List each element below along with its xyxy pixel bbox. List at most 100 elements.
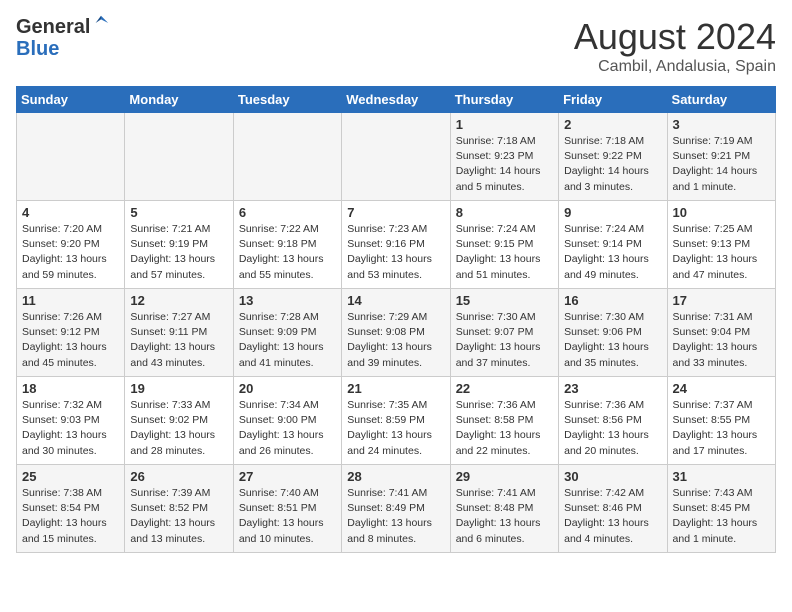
day-number: 5 <box>130 205 227 220</box>
day-number: 26 <box>130 469 227 484</box>
day-number: 9 <box>564 205 661 220</box>
day-info: Sunrise: 7:24 AM Sunset: 9:15 PM Dayligh… <box>456 222 553 283</box>
day-info: Sunrise: 7:38 AM Sunset: 8:54 PM Dayligh… <box>22 486 119 547</box>
day-number: 21 <box>347 381 444 396</box>
calendar-cell: 10 Sunrise: 7:25 AM Sunset: 9:13 PM Dayli… <box>667 201 775 289</box>
calendar-cell: 29 Sunrise: 7:41 AM Sunset: 8:48 PM Dayli… <box>450 465 558 553</box>
calendar-week-3: 11Sunrise: 7:26 AM Sunset: 9:12 PM Dayli… <box>17 289 776 377</box>
day-number: 19 <box>130 381 227 396</box>
calendar-cell: 12 Sunrise: 7:27 AM Sunset: 9:11 PM Dayli… <box>125 289 233 377</box>
calendar-cell: 7 Sunrise: 7:23 AM Sunset: 9:16 PM Daylig… <box>342 201 450 289</box>
day-number: 13 <box>239 293 336 308</box>
day-info: Sunrise: 7:29 AM Sunset: 9:08 PM Dayligh… <box>347 310 444 371</box>
calendar-cell: 11Sunrise: 7:26 AM Sunset: 9:12 PM Dayli… <box>17 289 125 377</box>
day-info: Sunrise: 7:23 AM Sunset: 9:16 PM Dayligh… <box>347 222 444 283</box>
day-info: Sunrise: 7:28 AM Sunset: 9:09 PM Dayligh… <box>239 310 336 371</box>
calendar-cell: 2 Sunrise: 7:18 AM Sunset: 9:22 PM Daylig… <box>559 113 667 201</box>
calendar-cell <box>342 113 450 201</box>
day-number: 17 <box>673 293 770 308</box>
day-info: Sunrise: 7:33 AM Sunset: 9:02 PM Dayligh… <box>130 398 227 459</box>
day-info: Sunrise: 7:30 AM Sunset: 9:07 PM Dayligh… <box>456 310 553 371</box>
calendar-cell: 6Sunrise: 7:22 AM Sunset: 9:18 PM Daylig… <box>233 201 341 289</box>
day-number: 18 <box>22 381 119 396</box>
day-info: Sunrise: 7:25 AM Sunset: 9:13 PM Dayligh… <box>673 222 770 283</box>
day-info: Sunrise: 7:19 AM Sunset: 9:21 PM Dayligh… <box>673 134 770 195</box>
day-number: 7 <box>347 205 444 220</box>
calendar-cell: 21 Sunrise: 7:35 AM Sunset: 8:59 PM Dayli… <box>342 377 450 465</box>
calendar-cell: 4Sunrise: 7:20 AM Sunset: 9:20 PM Daylig… <box>17 201 125 289</box>
day-info: Sunrise: 7:34 AM Sunset: 9:00 PM Dayligh… <box>239 398 336 459</box>
day-info: Sunrise: 7:32 AM Sunset: 9:03 PM Dayligh… <box>22 398 119 459</box>
calendar-cell: 31Sunrise: 7:43 AM Sunset: 8:45 PM Dayli… <box>667 465 775 553</box>
day-number: 3 <box>673 117 770 132</box>
calendar-cell: 8Sunrise: 7:24 AM Sunset: 9:15 PM Daylig… <box>450 201 558 289</box>
calendar-cell: 24 Sunrise: 7:37 AM Sunset: 8:55 PM Dayli… <box>667 377 775 465</box>
calendar-cell <box>125 113 233 201</box>
day-number: 12 <box>130 293 227 308</box>
weekday-header-sunday: Sunday <box>17 87 125 113</box>
calendar-week-5: 25 Sunrise: 7:38 AM Sunset: 8:54 PM Dayli… <box>17 465 776 553</box>
calendar-cell: 23Sunrise: 7:36 AM Sunset: 8:56 PM Dayli… <box>559 377 667 465</box>
weekday-header-friday: Friday <box>559 87 667 113</box>
calendar-cell: 13 Sunrise: 7:28 AM Sunset: 9:09 PM Dayli… <box>233 289 341 377</box>
calendar-cell: 5 Sunrise: 7:21 AM Sunset: 9:19 PM Daylig… <box>125 201 233 289</box>
calendar-cell: 20Sunrise: 7:34 AM Sunset: 9:00 PM Dayli… <box>233 377 341 465</box>
day-info: Sunrise: 7:41 AM Sunset: 8:48 PM Dayligh… <box>456 486 553 547</box>
weekday-header-wednesday: Wednesday <box>342 87 450 113</box>
day-info: Sunrise: 7:41 AM Sunset: 8:49 PM Dayligh… <box>347 486 444 547</box>
calendar-week-2: 4Sunrise: 7:20 AM Sunset: 9:20 PM Daylig… <box>17 201 776 289</box>
day-info: Sunrise: 7:35 AM Sunset: 8:59 PM Dayligh… <box>347 398 444 459</box>
calendar-table: SundayMondayTuesdayWednesdayThursdayFrid… <box>16 86 776 553</box>
title-block: August 2024 Cambil, Andalusia, Spain <box>574 16 776 76</box>
calendar-cell: 22 Sunrise: 7:36 AM Sunset: 8:58 PM Dayli… <box>450 377 558 465</box>
calendar-cell: 9Sunrise: 7:24 AM Sunset: 9:14 PM Daylig… <box>559 201 667 289</box>
calendar-cell: 18 Sunrise: 7:32 AM Sunset: 9:03 PM Dayli… <box>17 377 125 465</box>
weekday-header-monday: Monday <box>125 87 233 113</box>
day-info: Sunrise: 7:36 AM Sunset: 8:58 PM Dayligh… <box>456 398 553 459</box>
weekday-header-thursday: Thursday <box>450 87 558 113</box>
day-number: 30 <box>564 469 661 484</box>
page-header: General Blue August 2024 Cambil, Andalus… <box>16 16 776 76</box>
day-number: 25 <box>22 469 119 484</box>
logo-blue: Blue <box>16 38 110 60</box>
calendar-cell: 15Sunrise: 7:30 AM Sunset: 9:07 PM Dayli… <box>450 289 558 377</box>
day-info: Sunrise: 7:37 AM Sunset: 8:55 PM Dayligh… <box>673 398 770 459</box>
day-number: 2 <box>564 117 661 132</box>
calendar-week-1: 1 Sunrise: 7:18 AM Sunset: 9:23 PM Daylig… <box>17 113 776 201</box>
day-number: 16 <box>564 293 661 308</box>
calendar-cell: 27Sunrise: 7:40 AM Sunset: 8:51 PM Dayli… <box>233 465 341 553</box>
calendar-cell: 25 Sunrise: 7:38 AM Sunset: 8:54 PM Dayli… <box>17 465 125 553</box>
location: Cambil, Andalusia, Spain <box>574 58 776 76</box>
day-number: 28 <box>347 469 444 484</box>
logo: General Blue <box>16 16 110 60</box>
calendar-cell: 19 Sunrise: 7:33 AM Sunset: 9:02 PM Dayli… <box>125 377 233 465</box>
day-info: Sunrise: 7:27 AM Sunset: 9:11 PM Dayligh… <box>130 310 227 371</box>
day-info: Sunrise: 7:18 AM Sunset: 9:22 PM Dayligh… <box>564 134 661 195</box>
calendar-header: SundayMondayTuesdayWednesdayThursdayFrid… <box>17 87 776 113</box>
weekday-row: SundayMondayTuesdayWednesdayThursdayFrid… <box>17 87 776 113</box>
calendar-cell: 17 Sunrise: 7:31 AM Sunset: 9:04 PM Dayli… <box>667 289 775 377</box>
calendar-cell <box>233 113 341 201</box>
day-number: 1 <box>456 117 553 132</box>
day-info: Sunrise: 7:21 AM Sunset: 9:19 PM Dayligh… <box>130 222 227 283</box>
day-number: 10 <box>673 205 770 220</box>
calendar-cell: 26Sunrise: 7:39 AM Sunset: 8:52 PM Dayli… <box>125 465 233 553</box>
day-number: 29 <box>456 469 553 484</box>
calendar-cell <box>17 113 125 201</box>
calendar-cell: 28 Sunrise: 7:41 AM Sunset: 8:49 PM Dayli… <box>342 465 450 553</box>
day-number: 22 <box>456 381 553 396</box>
day-number: 24 <box>673 381 770 396</box>
weekday-header-saturday: Saturday <box>667 87 775 113</box>
calendar-cell: 30Sunrise: 7:42 AM Sunset: 8:46 PM Dayli… <box>559 465 667 553</box>
day-number: 23 <box>564 381 661 396</box>
day-number: 27 <box>239 469 336 484</box>
logo-icon <box>92 14 110 32</box>
day-info: Sunrise: 7:31 AM Sunset: 9:04 PM Dayligh… <box>673 310 770 371</box>
day-info: Sunrise: 7:43 AM Sunset: 8:45 PM Dayligh… <box>673 486 770 547</box>
day-info: Sunrise: 7:18 AM Sunset: 9:23 PM Dayligh… <box>456 134 553 195</box>
calendar-cell: 16Sunrise: 7:30 AM Sunset: 9:06 PM Dayli… <box>559 289 667 377</box>
day-info: Sunrise: 7:20 AM Sunset: 9:20 PM Dayligh… <box>22 222 119 283</box>
calendar-week-4: 18 Sunrise: 7:32 AM Sunset: 9:03 PM Dayli… <box>17 377 776 465</box>
day-number: 14 <box>347 293 444 308</box>
logo-general: General <box>16 16 90 38</box>
